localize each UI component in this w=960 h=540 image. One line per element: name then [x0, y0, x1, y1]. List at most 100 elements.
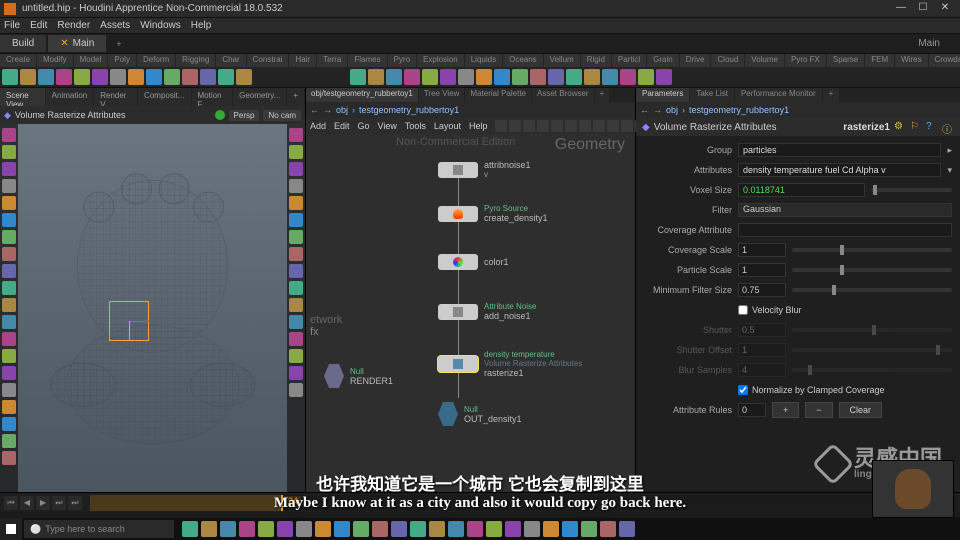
shelf-tool-icon[interactable]	[164, 69, 180, 85]
shelf-tool-icon[interactable]	[584, 69, 600, 85]
viewport-tab[interactable]: Scene View	[0, 88, 45, 106]
shelf-tab[interactable]: Grain	[647, 54, 679, 67]
taskbar-app-icon[interactable]	[562, 521, 578, 537]
shelf-tool-icon[interactable]	[386, 69, 402, 85]
shelf-tab[interactable]: Flames	[348, 54, 386, 67]
network-toolbar-icon[interactable]	[523, 120, 535, 132]
taskbar-app-icon[interactable]	[429, 521, 445, 537]
network-canvas[interactable]: Geometry Non-Commercial Edition etwork f…	[306, 134, 635, 492]
shelf-tab[interactable]: Terra	[317, 54, 347, 67]
taskbar-app-icon[interactable]	[486, 521, 502, 537]
node-rasterize[interactable]: density temperatureVolume Rasterize Attr…	[438, 350, 582, 378]
viewport-tool-icon[interactable]	[2, 298, 16, 312]
shelf-tab[interactable]: Liquids	[465, 54, 502, 67]
shelf-tool-icon[interactable]	[92, 69, 108, 85]
attrs-menu-icon[interactable]: ▾	[947, 165, 952, 176]
param-tab[interactable]: Take List	[690, 88, 734, 102]
network-toolbar-icon[interactable]	[579, 120, 591, 132]
start-button[interactable]	[0, 518, 22, 540]
node-attribnoise[interactable]: attribnoise1v	[438, 160, 531, 179]
shelf-tab[interactable]: Vellum	[544, 54, 580, 67]
shelf-tool-icon[interactable]	[530, 69, 546, 85]
viewport-tool-icon[interactable]	[2, 162, 16, 176]
maximize-button[interactable]: ☐	[912, 2, 934, 16]
filter-select[interactable]: Gaussian	[738, 203, 952, 217]
network-toolbar-icon[interactable]	[537, 120, 549, 132]
timeline-next[interactable]: ⏭	[52, 496, 66, 510]
network-toolbar-icon[interactable]	[565, 120, 577, 132]
node-add-noise[interactable]: Attribute Noiseadd_noise1	[438, 302, 536, 321]
shelf-tool-icon[interactable]	[200, 69, 216, 85]
viewport-tool-icon[interactable]	[2, 383, 16, 397]
taskbar-app-icon[interactable]	[239, 521, 255, 537]
taskbar-app-icon[interactable]	[410, 521, 426, 537]
coverage-scale-input[interactable]	[738, 243, 786, 257]
shelf-tab[interactable]: Pyro	[388, 54, 416, 67]
taskbar-app-icon[interactable]	[467, 521, 483, 537]
taskbar-app-icon[interactable]	[619, 521, 635, 537]
viewport-tool-icon[interactable]	[289, 349, 303, 363]
node-color[interactable]: color1	[438, 254, 509, 270]
desktop-tab-add[interactable]: +	[108, 36, 129, 52]
viewport-tool-icon[interactable]	[2, 281, 16, 295]
shelf-tool-icon[interactable]	[2, 69, 18, 85]
taskbar-app-icon[interactable]	[277, 521, 293, 537]
viewport-tab[interactable]: Animation	[46, 88, 94, 106]
timeline-track[interactable]: 24	[90, 495, 956, 511]
taskbar-app-icon[interactable]	[220, 521, 236, 537]
shelf-tab[interactable]: Volume	[745, 54, 784, 67]
viewport-tool-icon[interactable]	[289, 366, 303, 380]
menu-assets[interactable]: Assets	[100, 20, 130, 31]
nmenu-view[interactable]: View	[378, 121, 397, 131]
gear-icon[interactable]: ⚙	[894, 121, 906, 133]
shelf-tab[interactable]: Rigging	[176, 54, 215, 67]
shelf-tab[interactable]: Poly	[108, 54, 136, 67]
taskbar-app-icon[interactable]	[315, 521, 331, 537]
covscale-slider[interactable]	[792, 248, 952, 252]
shelf-tab[interactable]: Crowds	[929, 54, 960, 67]
viewport-tool-icon[interactable]	[289, 332, 303, 346]
taskbar-app-icon[interactable]	[448, 521, 464, 537]
menu-help[interactable]: Help	[191, 20, 212, 31]
viewport-tool-icon[interactable]	[289, 179, 303, 193]
node-create-density[interactable]: Pyro Sourcecreate_density1	[438, 204, 548, 223]
shelf-tab[interactable]: Hair	[289, 54, 316, 67]
attr-rules-input[interactable]	[738, 403, 766, 417]
normalize-check[interactable]: Normalize by Clamped Coverage	[738, 385, 885, 395]
timeline-first[interactable]: ⏮	[4, 496, 18, 510]
shelf-tool-icon[interactable]	[512, 69, 528, 85]
shelf-tool-icon[interactable]	[350, 69, 366, 85]
nmenu-go[interactable]: Go	[358, 121, 370, 131]
pscale-slider[interactable]	[792, 268, 952, 272]
shelf-tab[interactable]: Particl	[612, 54, 646, 67]
network-path[interactable]: ←→ obj› testgeometry_rubbertoy1	[306, 102, 635, 118]
taskbar-app-icon[interactable]	[372, 521, 388, 537]
viewport-tool-icon[interactable]	[2, 315, 16, 329]
network-toolbar-icon[interactable]	[593, 120, 605, 132]
viewport-tool-icon[interactable]	[289, 196, 303, 210]
shelf-tab[interactable]: Pyro FX	[785, 54, 826, 67]
shelf-tab[interactable]: Sparse	[827, 54, 864, 67]
viewport-tool-icon[interactable]	[2, 417, 16, 431]
param-node-name[interactable]: rasterize1	[843, 122, 890, 133]
info-icon[interactable]: ⓘ	[942, 121, 954, 133]
network-tab[interactable]: Tree View	[419, 88, 465, 102]
viewport-tool-icon[interactable]	[2, 451, 16, 465]
node-render[interactable]: NullRENDER1	[324, 364, 393, 388]
shelf-tab[interactable]: Create	[0, 54, 36, 67]
shelf-tool-icon[interactable]	[458, 69, 474, 85]
nmenu-add[interactable]: Add	[310, 121, 326, 131]
shelf-tool-icon[interactable]	[182, 69, 198, 85]
node-out-density[interactable]: NullOUT_density1	[438, 402, 522, 426]
shelf-tab[interactable]: FEM	[865, 54, 894, 67]
min-filter-input[interactable]	[738, 283, 786, 297]
viewport-tool-icon[interactable]	[2, 145, 16, 159]
viewport-tool-icon[interactable]	[2, 332, 16, 346]
menu-file[interactable]: File	[4, 20, 20, 31]
viewport-tool-icon[interactable]	[2, 247, 16, 261]
desktop-tab-build[interactable]: Build	[0, 35, 46, 52]
network-toolbar-icon[interactable]	[509, 120, 521, 132]
viewport-tool-icon[interactable]	[2, 196, 16, 210]
shelf-tab[interactable]: Wires	[895, 54, 927, 67]
viewport-gizmo[interactable]	[109, 301, 149, 341]
